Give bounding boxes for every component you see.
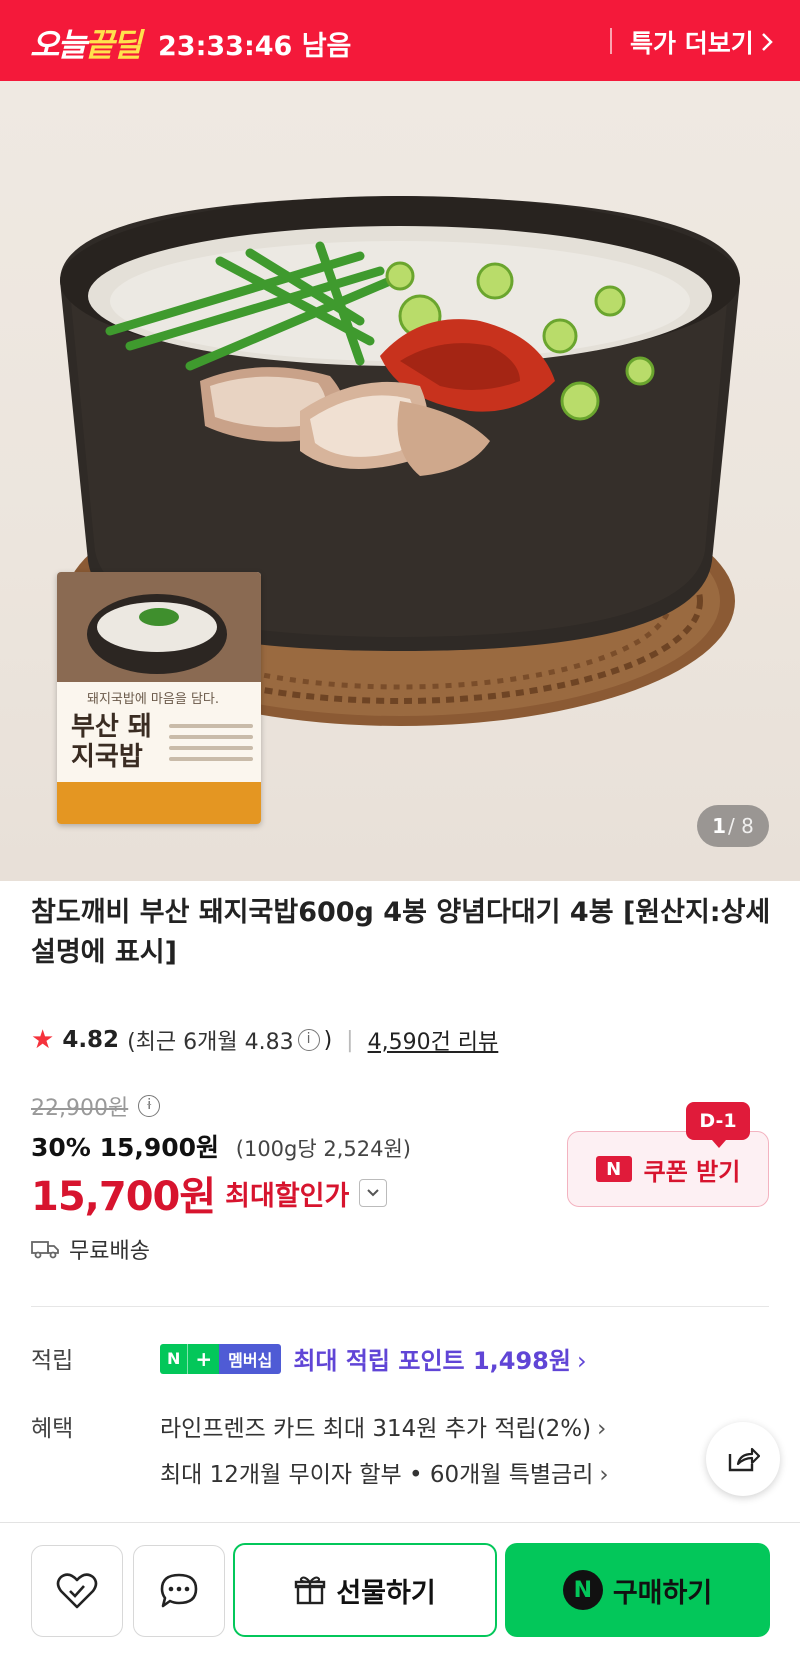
star-icon: ★ bbox=[31, 1025, 55, 1055]
info-icon[interactable]: i bbox=[138, 1095, 161, 1117]
package-subtitle: 돼지국밥에 마음을 담다. bbox=[87, 692, 219, 707]
max-discount-price: 15,700원 bbox=[31, 1174, 216, 1220]
truck-icon bbox=[31, 1241, 59, 1259]
chevron-right-icon bbox=[761, 33, 773, 51]
installment-benefit-link[interactable]: 최대 12개월 무이자 할부 • 60개월 특별금리 › bbox=[160, 1455, 609, 1489]
info-icon[interactable]: i bbox=[297, 1029, 320, 1051]
image-counter: 1/ 8 bbox=[697, 805, 769, 847]
card-benefit-link[interactable]: 라인프렌즈 카드 최대 314원 추가 적립(2%) › bbox=[160, 1409, 606, 1443]
original-price: 22,900원 bbox=[31, 1096, 129, 1121]
talk-button[interactable] bbox=[133, 1545, 225, 1637]
heart-icon bbox=[56, 1573, 98, 1609]
buy-button[interactable]: N 구매하기 bbox=[505, 1543, 770, 1637]
points-link[interactable]: N + 멤버십 최대 적립 포인트 1,498원 › bbox=[160, 1341, 587, 1376]
package-description bbox=[169, 724, 253, 768]
deal-more-label: 특가 더보기 bbox=[630, 29, 754, 58]
shipping-label: 무료배송 bbox=[69, 1239, 150, 1264]
gift-label: 선물하기 bbox=[336, 1577, 436, 1609]
coupon-label: 쿠폰 받기 bbox=[643, 1157, 741, 1186]
d-day-badge: D-1 bbox=[686, 1102, 750, 1148]
share-icon bbox=[728, 1447, 760, 1472]
product-title: 참도깨비 부산 돼지국밥600g 4봉 양념다대기 4봉 [원산지:상세설명에 … bbox=[31, 897, 771, 968]
image-counter-current: 1 bbox=[712, 814, 727, 838]
coupon-button[interactable]: N 쿠폰 받기 bbox=[567, 1131, 769, 1207]
sale-price-row: 30% 15,900원 (100g당 2,524원) bbox=[31, 1128, 411, 1164]
max-discount-label: 최대할인가 bbox=[225, 1180, 350, 1212]
divider bbox=[610, 28, 612, 54]
deal-countdown-timer: 23:33:46 남음 bbox=[158, 31, 352, 62]
sale-price: 15,900원 bbox=[99, 1133, 220, 1162]
package-title: 부산 돼지국밥 bbox=[71, 712, 152, 772]
chat-bubble-icon bbox=[160, 1573, 198, 1608]
deal-more-link[interactable]: 특가 더보기 bbox=[630, 24, 774, 60]
image-counter-total: / 8 bbox=[728, 814, 754, 838]
discount-rate: 30% bbox=[31, 1133, 91, 1162]
benefits-label: 혜택 bbox=[31, 1416, 74, 1442]
bottom-action-bar: 선물하기 N 구매하기 bbox=[0, 1522, 800, 1656]
rating-row: ★ 4.82 (최근 6개월 4.83 i ) | 4,590건 리뷰 bbox=[31, 1024, 498, 1056]
shipping-info: 무료배송 bbox=[31, 1233, 150, 1265]
points-label: 적립 bbox=[31, 1348, 74, 1374]
wishlist-button[interactable] bbox=[31, 1545, 123, 1637]
package-band bbox=[57, 782, 261, 824]
unit-price: (100g당 2,524원) bbox=[235, 1137, 411, 1161]
separator: | bbox=[346, 1027, 354, 1053]
naver-pay-n-icon: N bbox=[562, 1570, 603, 1610]
share-button[interactable] bbox=[706, 1422, 780, 1496]
deal-logo: 오늘끝딜 bbox=[30, 26, 142, 64]
rating-value: 4.82 bbox=[62, 1027, 120, 1053]
max-points-text: 최대 적립 포인트 1,498원 › bbox=[293, 1347, 587, 1375]
gift-button[interactable]: 선물하기 bbox=[233, 1543, 497, 1637]
deal-banner[interactable]: 오늘끝딜 23:33:46 남음 특가 더보기 bbox=[0, 0, 800, 81]
product-image-gallery[interactable]: 돼지국밥에 마음을 담다. 부산 돼지국밥 1/ 8 bbox=[0, 81, 800, 881]
original-price-row: 22,900원 i bbox=[31, 1090, 164, 1122]
gift-icon bbox=[295, 1576, 326, 1605]
section-divider bbox=[31, 1306, 769, 1307]
recent-rating: (최근 6개월 4.83 bbox=[127, 1030, 294, 1055]
review-count-link[interactable]: 4,590건 리뷰 bbox=[368, 1024, 499, 1056]
max-discount-row[interactable]: 15,700원 최대할인가 bbox=[31, 1164, 388, 1222]
naver-n-icon: N bbox=[595, 1156, 632, 1182]
chevron-down-icon[interactable] bbox=[359, 1179, 388, 1207]
package-thumbnail: 돼지국밥에 마음을 담다. 부산 돼지국밥 bbox=[57, 572, 261, 824]
recent-rating-close: ) bbox=[323, 1027, 333, 1053]
buy-label: 구매하기 bbox=[612, 1577, 713, 1609]
naver-plus-membership-badge: N + 멤버십 bbox=[160, 1343, 282, 1374]
